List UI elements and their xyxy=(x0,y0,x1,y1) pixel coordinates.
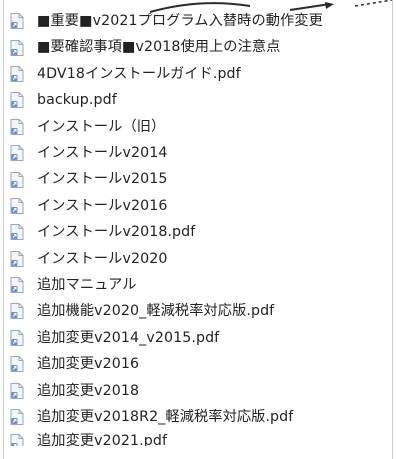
menu-item-4[interactable]: backup.pdf xyxy=(0,87,396,113)
menu-item-8[interactable]: インストールv2016 xyxy=(0,193,396,219)
menu-item-15[interactable]: 追加変更v2018 xyxy=(0,377,396,403)
document-alias-icon xyxy=(10,197,24,214)
menu-item-label: 追加機能v2020_軽減税率対応版.pdf xyxy=(37,303,275,320)
document-alias-icon xyxy=(10,409,24,426)
menu-item-label: 追加変更v2016 xyxy=(37,356,140,373)
document-alias-icon xyxy=(10,171,24,188)
document-alias-icon xyxy=(10,224,24,241)
menu-item-6[interactable]: インストールv2014 xyxy=(0,140,396,166)
document-alias-icon xyxy=(10,92,24,109)
menu-item-5[interactable]: インストール（旧） xyxy=(0,114,396,140)
document-alias-icon xyxy=(10,277,24,294)
menu-item-label: 追加変更v2021.pdf xyxy=(37,433,168,447)
document-alias-icon xyxy=(10,65,24,82)
menu-item-label: ■要確認事項■v2018使用上の注意点 xyxy=(37,39,281,56)
document-alias-icon xyxy=(10,118,24,135)
menu-item-13[interactable]: 追加変更v2014_v2015.pdf xyxy=(0,325,396,351)
menu-item-label: インストールv2020 xyxy=(37,250,168,267)
menu-item-11[interactable]: 追加マニュアル xyxy=(0,272,396,298)
menu-item-label: インストール（旧） xyxy=(37,118,166,135)
menu-item-label: 4DV18インストールガイド.pdf xyxy=(37,65,241,82)
document-alias-icon xyxy=(10,329,24,346)
document-alias-icon xyxy=(10,382,24,399)
menu-item-9[interactable]: インストールv2018.pdf xyxy=(0,219,396,245)
menu-item-10[interactable]: インストールv2020 xyxy=(0,246,396,272)
menu-item-label: 追加変更v2014_v2015.pdf xyxy=(37,329,220,346)
menu-item-17[interactable]: 追加変更v2021.pdf xyxy=(0,430,396,447)
document-alias-icon xyxy=(10,356,24,373)
menu-item-1[interactable]: ■重要■v2021プログラム入替時の動作変更 xyxy=(0,8,396,34)
document-alias-icon xyxy=(10,434,24,447)
menu-item-label: インストールv2015 xyxy=(37,171,168,188)
menu-item-14[interactable]: 追加変更v2016 xyxy=(0,351,396,377)
menu-item-12[interactable]: 追加機能v2020_軽減税率対応版.pdf xyxy=(0,298,396,324)
document-alias-icon xyxy=(10,303,24,320)
menu-item-label: 追加変更v2018 xyxy=(37,382,140,399)
menu-item-3[interactable]: 4DV18インストールガイド.pdf xyxy=(0,61,396,87)
document-alias-icon xyxy=(10,145,24,162)
document-alias-icon xyxy=(10,250,24,267)
menu-item-label: ■重要■v2021プログラム入替時の動作変更 xyxy=(37,13,323,30)
file-list-menu: ■重要■v2021プログラム入替時の動作変更 ■要確認事項■v2018使用上の注… xyxy=(0,8,396,459)
menu-item-label: インストールv2018.pdf xyxy=(37,224,196,241)
menu-item-16[interactable]: 追加変更v2018R2_軽減税率対応版.pdf xyxy=(0,404,396,430)
document-alias-icon xyxy=(10,13,24,30)
menu-item-label: インストールv2016 xyxy=(37,197,168,214)
document-alias-icon xyxy=(10,39,24,56)
menu-item-label: 追加変更v2018R2_軽減税率対応版.pdf xyxy=(37,408,294,425)
menu-item-2[interactable]: ■要確認事項■v2018使用上の注意点 xyxy=(0,34,396,60)
menu-item-label: backup.pdf xyxy=(37,92,117,109)
menu-item-label: 追加マニュアル xyxy=(37,277,137,293)
menu-item-label: インストールv2014 xyxy=(37,145,168,162)
menu-item-7[interactable]: インストールv2015 xyxy=(0,166,396,192)
